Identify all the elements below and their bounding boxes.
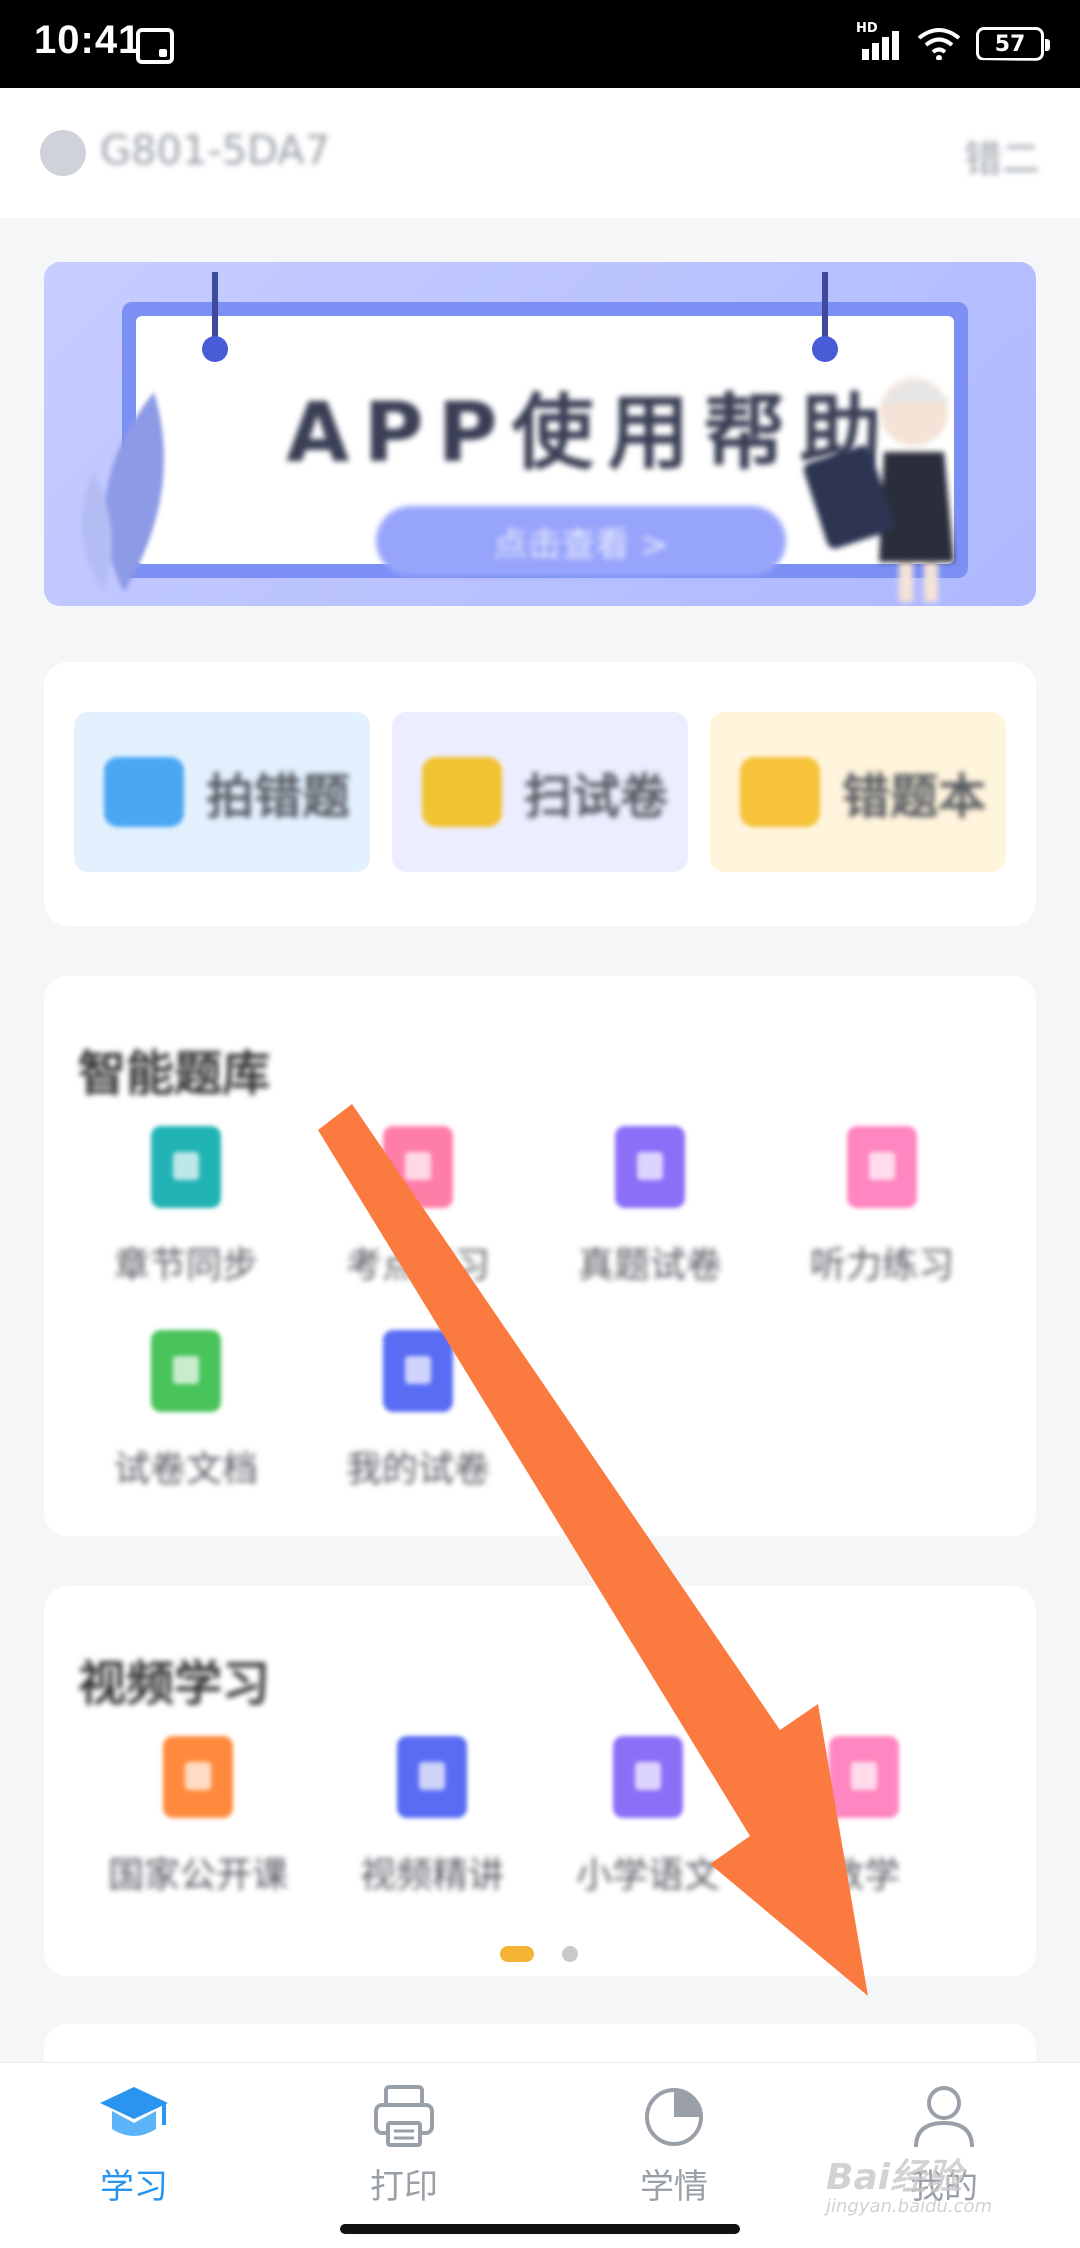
page-indicator [0, 1946, 1080, 1966]
battery-level: 57 [994, 31, 1026, 57]
watermark: Bai经验 jingyan.baidu.com [826, 2148, 992, 2217]
home-indicator[interactable] [340, 2224, 740, 2234]
tab-label: 学情 [640, 2167, 708, 2207]
quick-action-label: 错题本 [842, 769, 987, 825]
quick-actions-card: 拍错题 扫试卷 错题本 [44, 662, 1036, 926]
page-dot[interactable] [562, 1946, 578, 1962]
status-time: 10:41 [34, 18, 142, 62]
chinese-icon [613, 1736, 683, 1818]
library-item[interactable]: 听力练习 [782, 1126, 982, 1288]
library-item[interactable]: 章节同步 [86, 1126, 286, 1288]
quick-action-button[interactable]: 拍错题 [74, 712, 370, 872]
library-item-label: 我的试卷 [345, 1449, 490, 1490]
watermark-brand: Bai经验 [826, 2157, 963, 2198]
sd-card-icon [136, 28, 174, 64]
camera-icon [104, 757, 184, 827]
tab-study[interactable]: 学习 [54, 2079, 214, 2208]
top-header: G801-5DA7 错二 [0, 88, 1080, 218]
scan-icon [422, 757, 502, 827]
header-right-link[interactable]: 错二 [964, 128, 1040, 183]
signal-icon: HD [856, 21, 902, 63]
section-title: 智能题库 [78, 1046, 271, 1102]
video-item-label: 国家公开课 [107, 1855, 288, 1896]
quick-action-button[interactable]: 错题本 [710, 712, 1006, 872]
pie-chart-icon [645, 2088, 703, 2146]
library-item[interactable]: 真题试卷 [550, 1126, 750, 1288]
library-item[interactable]: 考点练习 [318, 1126, 518, 1288]
page-dot-active[interactable] [500, 1946, 534, 1962]
video-lecture-icon [397, 1736, 467, 1818]
teacher-illustration-icon [803, 378, 954, 602]
video-item[interactable]: 数学 [764, 1736, 964, 1898]
tab-learning-status[interactable]: 学情 [594, 2079, 754, 2208]
video-item[interactable]: 国家公开课 [98, 1736, 298, 1898]
video-learning-card: 视频学习 国家公开课 视频精讲 小学语文 数学 [44, 1586, 1036, 1976]
help-banner[interactable]: APP使用帮助 点击查看 > [44, 262, 1036, 606]
printer-icon [374, 2085, 434, 2147]
battery-icon: 57 [976, 27, 1050, 61]
video-item-label: 视频精讲 [359, 1855, 504, 1896]
library-item-label: 真题试卷 [577, 1245, 722, 1286]
book-icon [740, 757, 820, 827]
quick-action-button[interactable]: 扫试卷 [392, 712, 688, 872]
watermark-url: jingyan.baidu.com [826, 2196, 993, 2217]
pin-icon [202, 272, 228, 362]
chapter-sync-icon [151, 1126, 221, 1208]
topic-practice-icon [383, 1126, 453, 1208]
wifi-icon [917, 28, 961, 61]
video-item[interactable]: 视频精讲 [332, 1736, 532, 1898]
signal-label: HD [856, 21, 878, 36]
open-class-icon [163, 1736, 233, 1818]
library-item-label: 听力练习 [809, 1245, 954, 1286]
video-item-label: 数学 [827, 1855, 900, 1896]
user-icon [914, 2086, 974, 2148]
tab-print[interactable]: 打印 [324, 2079, 484, 2208]
tab-label: 打印 [370, 2167, 438, 2207]
section-title: 视频学习 [78, 1656, 271, 1712]
tab-label: 学习 [100, 2167, 168, 2207]
listening-icon [847, 1126, 917, 1208]
math-icon [829, 1736, 899, 1818]
leaf-decoration-icon [81, 392, 164, 592]
real-paper-icon [615, 1126, 685, 1208]
library-item[interactable]: 我的试卷 [318, 1330, 518, 1492]
video-item[interactable]: 小学语文 [548, 1736, 748, 1898]
device-id[interactable]: G801-5DA7 [100, 128, 330, 174]
quick-action-label: 扫试卷 [524, 769, 669, 825]
graduation-cap-icon [100, 2087, 168, 2136]
paper-doc-icon [151, 1330, 221, 1412]
my-paper-icon [383, 1330, 453, 1412]
quick-action-label: 拍错题 [206, 769, 351, 825]
device-icon [40, 130, 86, 176]
library-item-label: 考点练习 [345, 1245, 490, 1286]
library-item-label: 试卷文档 [113, 1449, 258, 1490]
library-item-label: 章节同步 [113, 1245, 258, 1286]
pin-icon [812, 272, 838, 362]
video-item-label: 小学语文 [575, 1855, 720, 1896]
smart-library-card: 智能题库 章节同步 考点练习 真题试卷 听力练习 试卷文档 我的试卷 [44, 976, 1036, 1536]
library-item[interactable]: 试卷文档 [86, 1330, 286, 1492]
banner-cta-button[interactable]: 点击查看 > [376, 506, 786, 576]
